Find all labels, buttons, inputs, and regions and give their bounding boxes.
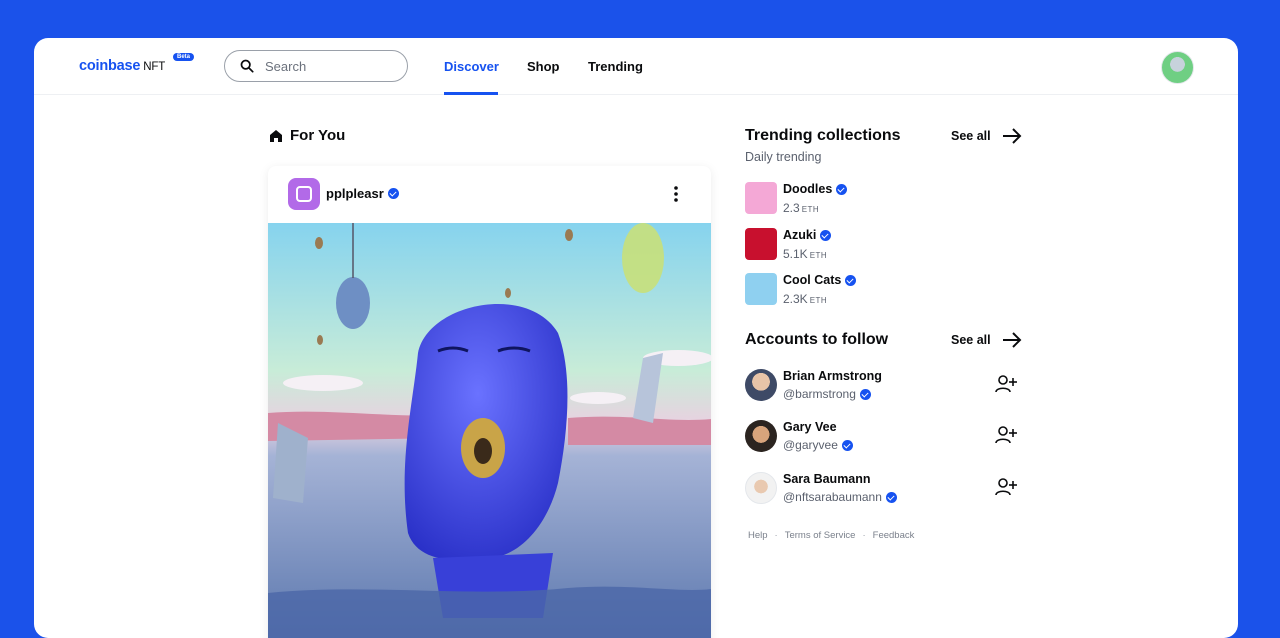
add-user-icon[interactable] — [995, 477, 1017, 497]
separator: · — [774, 530, 778, 541]
verified-icon — [387, 188, 399, 199]
collection-item-azuki[interactable]: Azuki 5.1K ETH — [745, 228, 1005, 264]
add-user-icon[interactable] — [995, 374, 1017, 394]
trending-title: Trending collections — [745, 127, 901, 144]
verified-icon — [841, 439, 853, 451]
app-window: coinbaseNFT Beta Discover Shop Trending … — [34, 38, 1238, 638]
search-input[interactable] — [265, 57, 395, 75]
post-card[interactable]: pplpleasr — [268, 166, 711, 638]
logo[interactable]: coinbase NFT — [79, 58, 165, 74]
accounts-see-all-link[interactable]: See all — [951, 331, 1023, 349]
search-icon — [240, 59, 254, 73]
verified-icon — [820, 229, 832, 241]
price-unit: ETH — [809, 296, 828, 305]
account-name: Sara Baumann — [783, 472, 871, 486]
collection-thumbnail — [745, 273, 777, 305]
footer-link-help[interactable]: Help — [748, 530, 768, 541]
collection-name-label: Azuki — [783, 228, 817, 242]
verified-icon — [885, 491, 897, 503]
account-item-sara-baumann[interactable]: Sara Baumann @nftsarabaumann — [745, 472, 1030, 512]
collection-item-doodles[interactable]: Doodles 2.3 ETH — [745, 182, 1005, 218]
account-item-gary-vee[interactable]: Gary Vee @garyvee — [745, 420, 1030, 460]
tab-discover[interactable]: Discover — [444, 59, 499, 74]
price-unit: ETH — [809, 251, 828, 260]
account-item-brian-armstrong[interactable]: Brian Armstrong @barmstrong — [745, 369, 1030, 409]
avatar — [745, 369, 777, 401]
trending-see-all-link[interactable]: See all — [951, 127, 1023, 145]
home-icon — [270, 129, 282, 142]
price-value: 2.3K — [783, 292, 808, 306]
collection-name: Azuki — [783, 228, 832, 242]
avatar — [745, 420, 777, 452]
arrow-right-icon — [1002, 128, 1022, 144]
search-box[interactable] — [224, 50, 408, 82]
feed-title: For You — [269, 127, 345, 144]
collection-name: Doodles — [783, 182, 848, 196]
post-artwork-image[interactable] — [268, 223, 711, 638]
collection-name-label: Doodles — [783, 182, 833, 196]
arrow-right-icon — [1002, 332, 1022, 348]
footer-links: Help · Terms of Service · Feedback — [748, 530, 914, 541]
post-username[interactable]: pplpleasr — [326, 186, 399, 201]
footer-link-terms[interactable]: Terms of Service — [785, 530, 856, 541]
collection-price: 2.3K ETH — [783, 292, 827, 306]
collection-thumbnail — [745, 228, 777, 260]
post-avatar-glyph — [296, 186, 312, 202]
account-handle-label: @nftsarabaumann — [783, 490, 882, 504]
account-name: Gary Vee — [783, 420, 837, 434]
price-unit: ETH — [801, 205, 820, 214]
account-handle: @nftsarabaumann — [783, 490, 897, 504]
price-value: 2.3 — [783, 201, 800, 215]
see-all-label: See all — [951, 129, 991, 143]
separator: · — [862, 530, 866, 541]
account-name: Brian Armstrong — [783, 369, 882, 383]
account-handle: @garyvee — [783, 438, 853, 452]
account-handle-label: @barmstrong — [783, 387, 856, 401]
post-username-label: pplpleasr — [326, 186, 384, 201]
see-all-label: See all — [951, 333, 991, 347]
top-nav: coinbaseNFT Beta Discover Shop Trending — [34, 38, 1238, 95]
user-avatar[interactable] — [1161, 51, 1194, 84]
collection-price: 2.3 ETH — [783, 201, 819, 215]
accounts-title: Accounts to follow — [745, 331, 889, 348]
beta-badge: Beta — [173, 53, 195, 61]
avatar — [745, 472, 777, 504]
logo-suffix: NFT — [143, 61, 166, 73]
collection-name: Cool Cats — [783, 273, 857, 287]
footer-link-feedback[interactable]: Feedback — [873, 530, 915, 541]
collection-name-label: Cool Cats — [783, 273, 842, 287]
verified-icon — [845, 274, 857, 286]
verified-icon — [836, 183, 848, 195]
post-avatar[interactable] — [288, 178, 320, 210]
feed-title-label: For You — [290, 127, 346, 144]
tab-shop[interactable]: Shop — [527, 59, 560, 74]
tab-trending[interactable]: Trending — [588, 59, 643, 74]
logo-text: coinbase — [79, 58, 141, 74]
collection-thumbnail — [745, 182, 777, 214]
collection-price: 5.1K ETH — [783, 247, 827, 261]
account-handle: @barmstrong — [783, 387, 871, 401]
verified-icon — [859, 388, 871, 400]
collection-item-cool-cats[interactable]: Cool Cats 2.3K ETH — [745, 273, 1005, 309]
active-tab-indicator — [444, 92, 498, 95]
add-user-icon[interactable] — [995, 425, 1017, 445]
trending-subtitle: Daily trending — [745, 150, 822, 164]
price-value: 5.1K — [783, 247, 808, 261]
more-options-icon[interactable] — [668, 184, 684, 204]
account-handle-label: @garyvee — [783, 438, 838, 452]
